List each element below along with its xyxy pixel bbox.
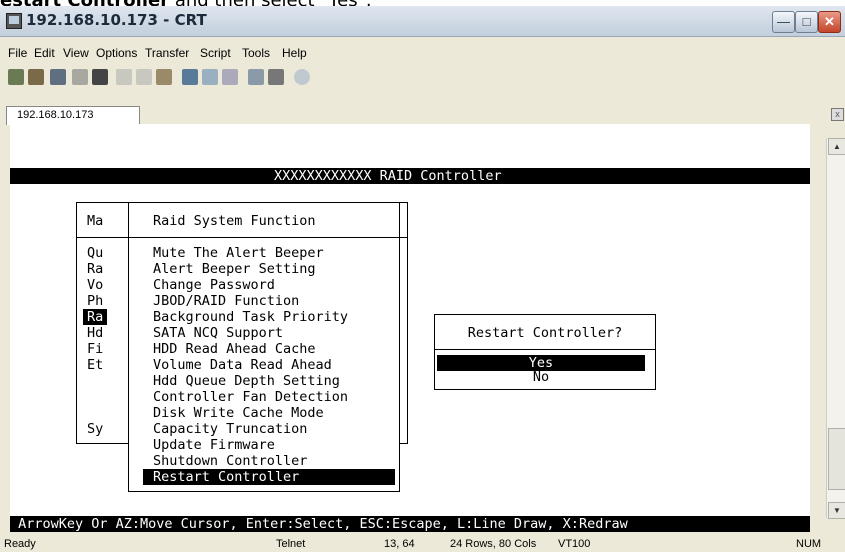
title-bar: 192.168.10.173 - CRT — □ ✕ [0, 6, 845, 37]
new-tab-icon[interactable] [50, 69, 66, 85]
print-setup-icon[interactable] [182, 69, 198, 85]
scroll-thumb[interactable] [828, 428, 845, 490]
menu-bar: File Edit View Options Transfer Script T… [0, 43, 845, 63]
key-help-text: ArrowKey Or AZ:Move Cursor, Enter:Select… [10, 516, 628, 532]
status-num-lock: NUM [796, 538, 822, 550]
scroll-up-icon[interactable]: ▲ [828, 138, 845, 155]
tab-close-icon[interactable]: x [831, 108, 844, 121]
menu-help[interactable]: Help [282, 46, 307, 60]
global-options-icon[interactable] [268, 69, 284, 85]
main-menu-footer[interactable]: Sy [87, 421, 103, 437]
terminal-title-bar: XXXXXXXXXXXX RAID Controller [10, 168, 810, 184]
find-icon[interactable] [156, 69, 172, 85]
session-tab-label: 192.168.10.173 [17, 109, 94, 121]
status-screen-size: 24 Rows, 80 Cols [450, 538, 537, 550]
app-icon [6, 13, 22, 29]
raid-menu-item[interactable]: Volume Data Read Ahead [153, 357, 332, 373]
raid-menu-item[interactable]: Capacity Truncation [153, 421, 307, 437]
raid-menu-item[interactable]: Background Task Priority [153, 309, 348, 325]
main-menu-item[interactable]: Fi [87, 341, 103, 357]
toolbar [0, 65, 845, 91]
main-menu-item[interactable]: Hd [87, 325, 103, 341]
raid-menu-item[interactable]: Mute The Alert Beeper [153, 245, 324, 261]
menu-file[interactable]: File [8, 46, 27, 60]
raid-menu-title: Raid System Function [153, 213, 316, 229]
status-cursor-position: 13, 64 [384, 538, 415, 550]
connect-icon[interactable] [8, 69, 24, 85]
scroll-down-icon[interactable]: ▼ [828, 502, 845, 519]
copy-icon[interactable] [116, 69, 132, 85]
menu-view[interactable]: View [63, 46, 89, 60]
terminal-help-bar: ArrowKey Or AZ:Move Cursor, Enter:Select… [10, 516, 810, 532]
raid-menu-item[interactable]: SATA NCQ Support [153, 325, 283, 341]
help-icon[interactable] [294, 69, 310, 85]
dialog-option-no[interactable]: No [437, 369, 645, 385]
session-options-icon[interactable] [248, 69, 264, 85]
raid-menu-item-selected[interactable]: Restart Controller [143, 469, 395, 485]
raid-menu-item[interactable]: Alert Beeper Setting [153, 261, 316, 277]
dialog-divider [435, 349, 655, 350]
vertical-scrollbar[interactable]: ▲ ▼ [826, 138, 845, 519]
reconnect-icon[interactable] [72, 69, 88, 85]
menu-edit[interactable]: Edit [34, 46, 55, 60]
raid-menu-item[interactable]: Shutdown Controller [153, 453, 307, 469]
raid-function-menu: Raid System Function Mute The Alert Beep… [128, 202, 400, 492]
status-protocol: Telnet [276, 538, 306, 550]
main-menu-title: Ma [87, 213, 104, 229]
quick-connect-icon[interactable] [28, 69, 44, 85]
main-menu-item[interactable]: Et [87, 357, 103, 373]
session-tab[interactable]: 192.168.10.173 [6, 106, 140, 125]
menu-script[interactable]: Script [200, 46, 231, 60]
main-menu-item[interactable]: Vo [87, 277, 103, 293]
print-icon[interactable] [202, 69, 218, 85]
raid-menu-item[interactable]: JBOD/RAID Function [153, 293, 299, 309]
menu-tools[interactable]: Tools [242, 46, 270, 60]
minimize-button[interactable]: — [772, 11, 795, 33]
raid-menu-item[interactable]: Change Password [153, 277, 275, 293]
session-tab-bar: 192.168.10.173 x [0, 104, 845, 125]
paste-icon[interactable] [136, 69, 152, 85]
raid-menu-item[interactable]: Update Firmware [153, 437, 275, 453]
main-menu-item[interactable]: Ra [87, 261, 103, 277]
main-menu-item[interactable]: Ph [87, 293, 103, 309]
restart-dialog: Restart Controller? Yes No [434, 314, 656, 390]
status-ready: Ready [4, 538, 36, 550]
restart-dialog-title: Restart Controller? [467, 325, 623, 341]
disconnect-icon[interactable] [92, 69, 108, 85]
print-screen-icon[interactable] [222, 69, 238, 85]
terminal-screen[interactable]: XXXXXXXXXXXX RAID Controller Ma Qu Ra Vo… [10, 124, 810, 532]
main-menu-item[interactable]: Qu [87, 245, 103, 261]
main-menu-item-selected[interactable]: Ra [83, 309, 108, 325]
raid-menu-item[interactable]: Controller Fan Detection [153, 389, 348, 405]
maximize-button[interactable]: □ [795, 11, 818, 33]
menu-options[interactable]: Options [96, 46, 137, 60]
window-title: 192.168.10.173 - CRT [26, 11, 207, 29]
raid-menu-item[interactable]: HDD Read Ahead Cache [153, 341, 316, 357]
controller-title: XXXXXXXXXXXX RAID Controller [274, 168, 502, 184]
status-emulation: VT100 [558, 538, 591, 550]
raid-menu-item[interactable]: Hdd Queue Depth Setting [153, 373, 340, 389]
close-button[interactable]: ✕ [818, 11, 841, 33]
raid-menu-divider [129, 237, 399, 238]
menu-transfer[interactable]: Transfer [145, 46, 189, 60]
crt-window: 192.168.10.173 - CRT — □ ✕ File Edit Vie… [0, 6, 845, 552]
status-bar: Ready Telnet 13, 64 24 Rows, 80 Cols VT1… [0, 536, 845, 552]
raid-menu-item[interactable]: Disk Write Cache Mode [153, 405, 324, 421]
